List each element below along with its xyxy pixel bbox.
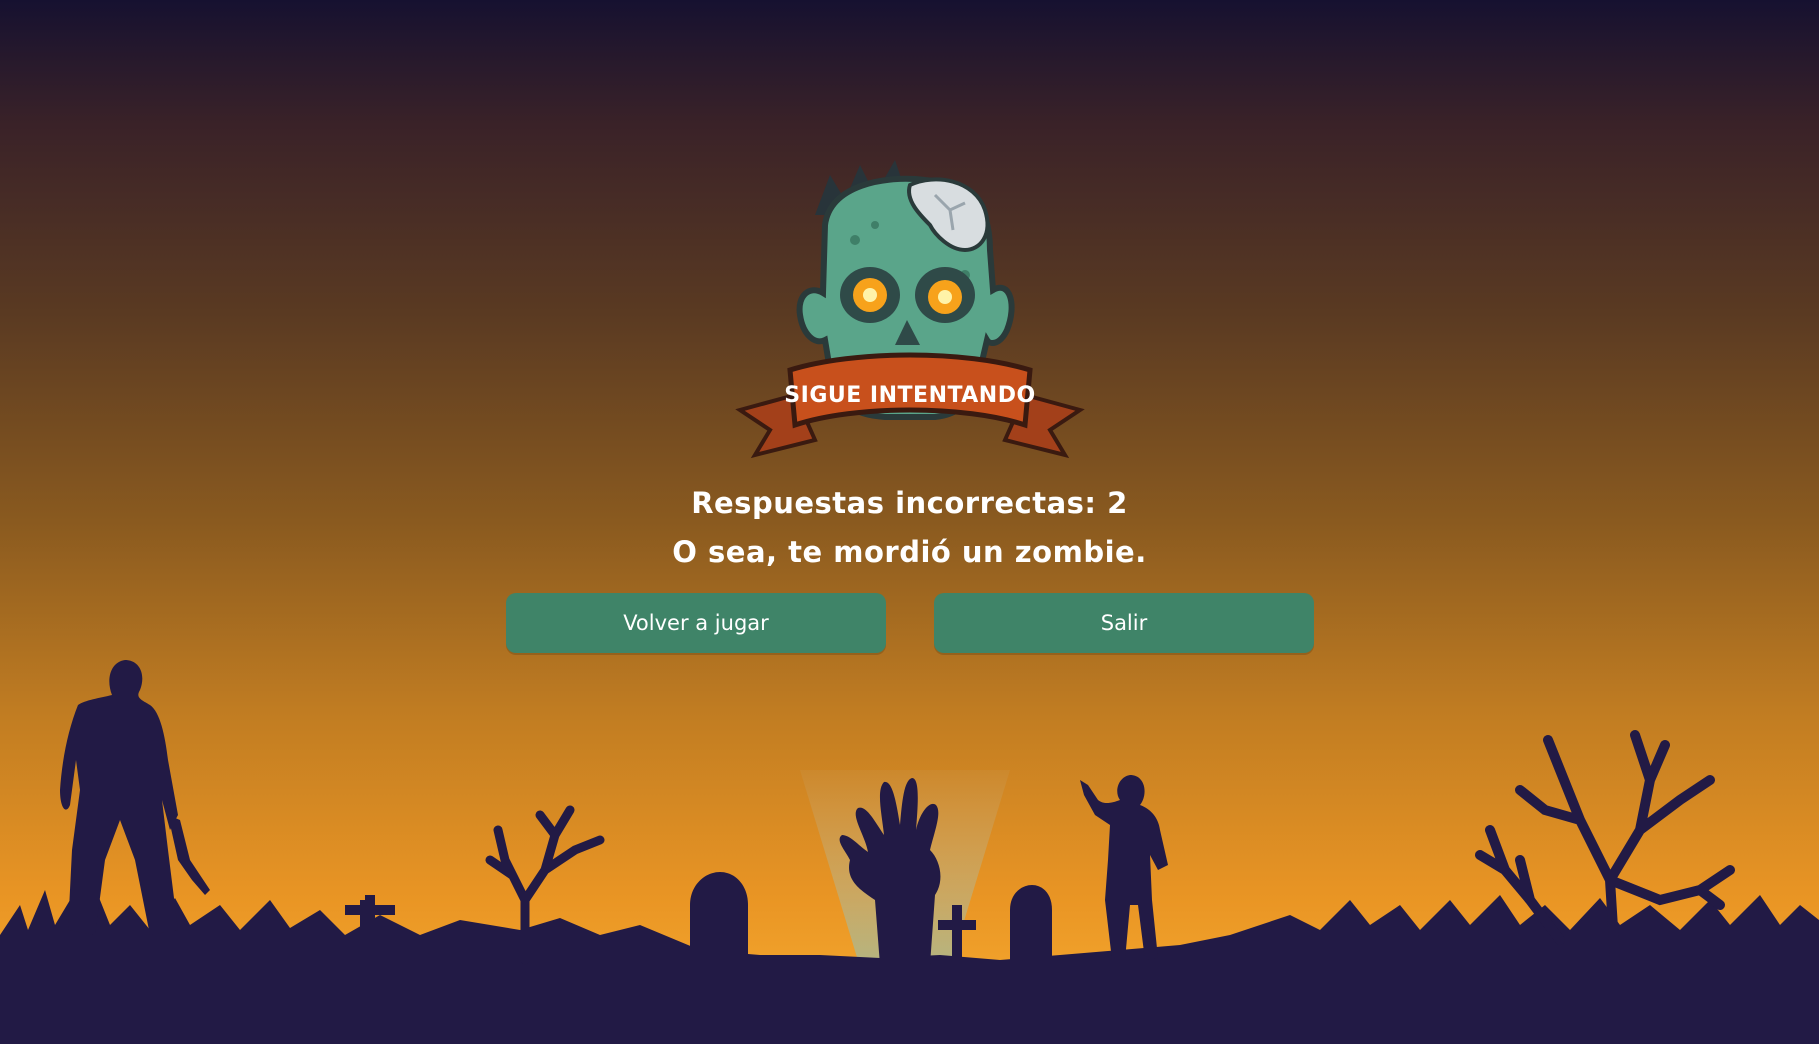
result-message: O sea, te mordió un zombie. (672, 535, 1147, 569)
zombie-logo: SIGUE INTENTANDO (735, 160, 1085, 459)
exit-button[interactable]: Salir (934, 593, 1314, 653)
tombstone-left (690, 872, 748, 960)
game-over-screen: SIGUE INTENTANDO Respuestas incorrectas:… (0, 0, 1819, 1044)
banner-text: SIGUE INTENTANDO (784, 383, 1035, 408)
incorrect-answers-count: Respuestas incorrectas: 2 (691, 486, 1128, 520)
tombstone-right (1010, 885, 1052, 960)
zombie-silhouette-left (60, 660, 210, 935)
play-again-button[interactable]: Volver a jugar (506, 593, 886, 653)
zombie-silhouette-right (1080, 775, 1168, 960)
